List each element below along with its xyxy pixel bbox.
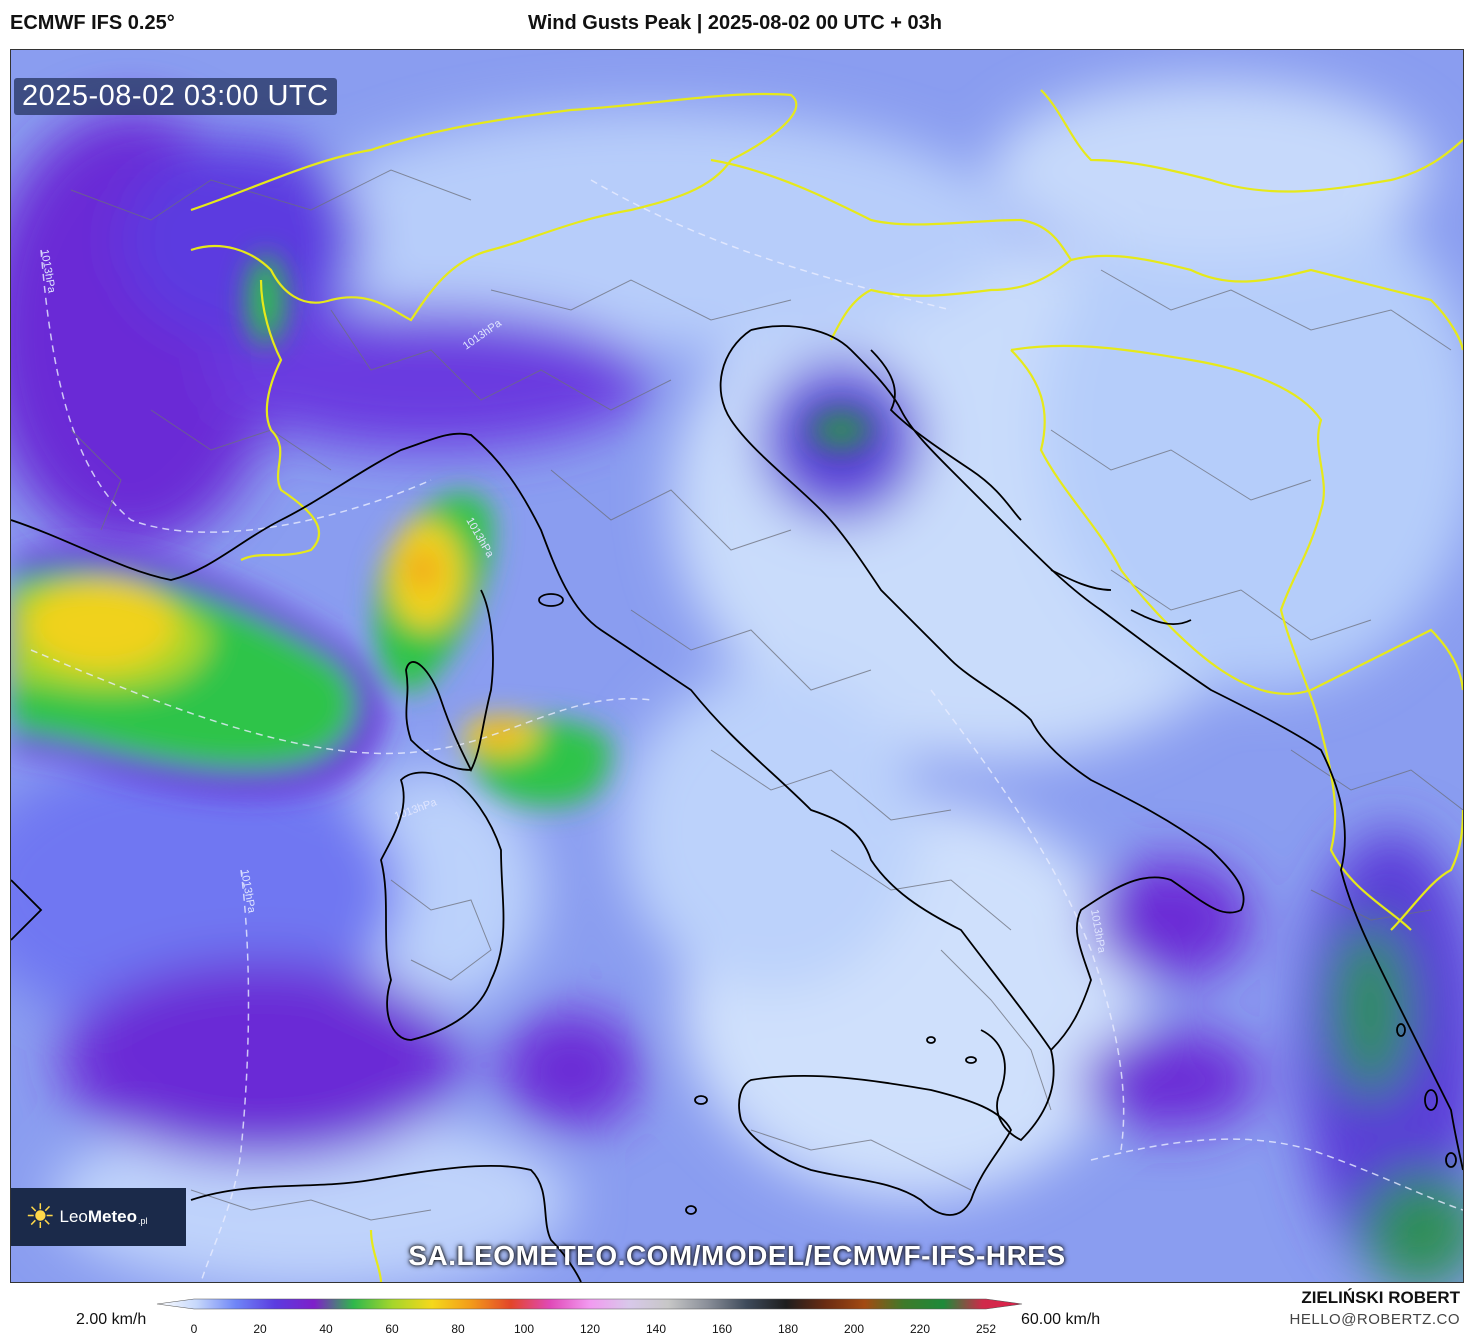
colorbar-tick-label: 100 xyxy=(513,1322,535,1336)
chart-title: Wind Gusts Peak | 2025-08-02 00 UTC + 03… xyxy=(528,12,942,34)
colorbar-tick-label: 60 xyxy=(385,1322,399,1336)
colorbar-tick-label: 160 xyxy=(711,1322,733,1336)
wind-gust-field: 1013hPa 1013hPa 1013hPa 1013hPa 1013hPa … xyxy=(11,50,1463,1282)
model-url-watermark: SA.LEOMETEO.COM/MODEL/ECMWF-IFS-HRES xyxy=(408,1240,1066,1271)
colorbar-tick-label: 180 xyxy=(777,1322,799,1336)
logo-wordmark: LeoMeteo xyxy=(59,1207,137,1226)
colorbar-tick-label: 200 xyxy=(843,1322,865,1336)
author-credit: ZIELIŃSKI ROBERT xyxy=(1301,1288,1460,1307)
valid-time-badge: 2025-08-02 03:00 UTC xyxy=(14,78,337,115)
colorbar-tick-label: 80 xyxy=(451,1322,465,1336)
colorbar-tick-label: 20 xyxy=(253,1322,267,1336)
logo-tld: .pl xyxy=(137,1216,148,1226)
colorbar-tick-label: 0 xyxy=(190,1322,198,1336)
legend-max-label: 60.00 km/h xyxy=(1021,1311,1101,1328)
forecast-map[interactable]: 1013hPa 1013hPa 1013hPa 1013hPa 1013hPa … xyxy=(10,49,1464,1283)
colorbar-tick-label: 40 xyxy=(319,1322,333,1336)
leometeo-logo[interactable]: ☀ LeoMeteo .pl xyxy=(11,1188,186,1246)
colorbar-tick-label: 120 xyxy=(579,1322,601,1336)
sun-icon: ☀ xyxy=(25,1198,56,1236)
colorbar xyxy=(156,1298,1023,1310)
colorbar-tick-label: 140 xyxy=(645,1322,667,1336)
colorbar-legend: 2.00 km/h 0 20 40 60 80 100 120 140 160 180 200 220… xyxy=(0,1290,1470,1337)
author-email[interactable]: HELLO@ROBERTZ.CO xyxy=(1290,1311,1460,1328)
colorbar-tick-label: 252 xyxy=(975,1322,997,1336)
colorbar-tick-label: 220 xyxy=(909,1322,931,1336)
